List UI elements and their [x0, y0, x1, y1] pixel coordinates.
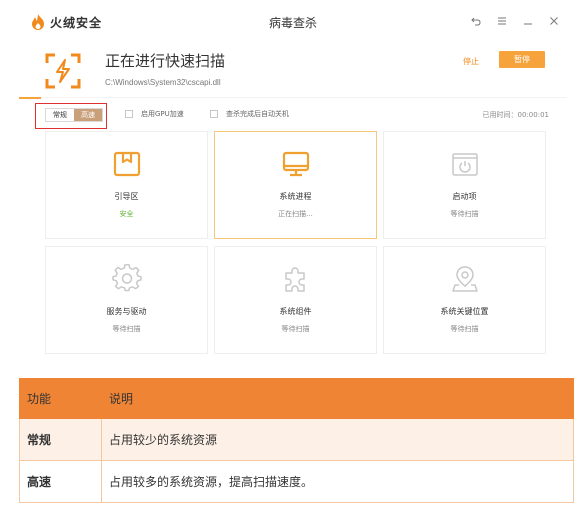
- menu-icon[interactable]: [495, 12, 509, 30]
- pause-button[interactable]: 暂停: [499, 51, 545, 68]
- mode-description-table: 功能 说明 常规 占用较少的系统资源 高速 占用较多的系统资源，提高扫描速度。: [19, 378, 574, 503]
- scan-item-status: 等待扫描: [450, 325, 479, 333]
- table-header: 说明: [101, 378, 574, 419]
- shutdown-checkbox[interactable]: [210, 110, 218, 118]
- gpu-checkbox[interactable]: [125, 110, 133, 118]
- gear-icon: [111, 264, 142, 292]
- highlight-annotation-box: [35, 103, 107, 129]
- current-file-path: C:\Windows\System32\cscapi.dll: [105, 78, 221, 87]
- location-icon: [451, 266, 478, 292]
- scan-item-system-processes: 系统进程 正在扫描...: [214, 131, 377, 239]
- back-icon[interactable]: [469, 12, 483, 30]
- scan-item-name: 服务与驱动: [106, 307, 147, 316]
- scan-progress-bar: [19, 97, 567, 99]
- table-cell-mode: 高速: [19, 460, 102, 503]
- table-header: 功能: [19, 378, 102, 419]
- scan-item-status: 等待扫描: [450, 210, 479, 218]
- close-icon[interactable]: [547, 12, 561, 30]
- scan-item-status: 安全: [119, 210, 134, 218]
- shutdown-label: 查杀完成后自动关机: [226, 110, 289, 118]
- table-row: 常规 占用较少的系统资源: [19, 418, 574, 461]
- elapsed-time: 已用时间：00:00:01: [482, 111, 549, 119]
- minimize-icon[interactable]: [521, 12, 535, 30]
- monitor-icon: [282, 151, 309, 177]
- auto-shutdown-option[interactable]: 查杀完成后自动关机: [210, 109, 289, 119]
- scan-item-status: 等待扫描: [281, 325, 310, 333]
- scan-item-status: 正在扫描...: [278, 210, 313, 218]
- stop-button[interactable]: 停止: [459, 53, 483, 70]
- window-controls: [469, 12, 561, 30]
- gpu-acceleration-option[interactable]: 启用GPU加速: [125, 109, 184, 119]
- title-bar: 火绒安全 病毒查杀: [19, 10, 567, 34]
- power-icon: [451, 153, 478, 176]
- scan-item-name: 系统关键位置: [440, 307, 489, 316]
- scan-item-name: 系统组件: [279, 307, 312, 316]
- scan-item-boot-sector: 引导区 安全: [45, 131, 208, 239]
- table-cell-description: 占用较多的系统资源，提高扫描速度。: [101, 460, 574, 503]
- scan-item-name: 启动项: [452, 192, 477, 201]
- scan-item-system-components: 系统组件 等待扫描: [214, 246, 377, 354]
- scan-title: 正在进行快速扫描: [105, 52, 226, 70]
- antivirus-window: 火绒安全 病毒查杀 正在进行快速扫描 C:\Windows\System32\c…: [19, 10, 567, 363]
- scan-item-key-locations: 系统关键位置 等待扫描: [383, 246, 546, 354]
- table-cell-description: 占用较少的系统资源: [101, 418, 574, 461]
- scan-item-name: 引导区: [114, 192, 139, 201]
- puzzle-icon: [284, 267, 305, 292]
- quick-scan-icon: [45, 53, 81, 89]
- table-cell-mode: 常规: [19, 418, 102, 461]
- table-header-row: 功能 说明: [19, 378, 574, 419]
- table-row: 高速 占用较多的系统资源，提高扫描速度。: [19, 460, 574, 503]
- scan-item-status: 等待扫描: [112, 325, 141, 333]
- scan-item-startup: 启动项 等待扫描: [383, 131, 546, 239]
- scan-progress-fill: [19, 97, 41, 99]
- scan-item-name: 系统进程: [279, 192, 312, 201]
- gpu-label: 启用GPU加速: [141, 110, 184, 118]
- boot-sector-icon: [113, 151, 140, 177]
- scan-item-services-drivers: 服务与驱动 等待扫描: [45, 246, 208, 354]
